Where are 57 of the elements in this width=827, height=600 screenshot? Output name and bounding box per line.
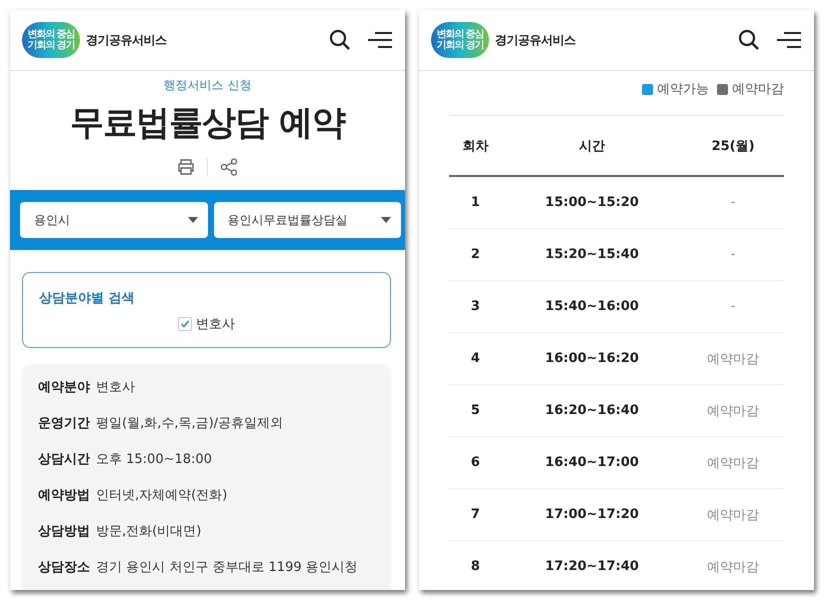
site-name[interactable]: 경기공유서비스	[495, 32, 576, 48]
table-cell: 16:00~16:20	[502, 332, 682, 384]
info-value: 평일(월,화,수,목,금)/공휴일제외	[96, 415, 284, 432]
menu-icon[interactable]	[367, 30, 393, 50]
table-cell: 예약마감	[682, 540, 784, 590]
table-cell: 7	[449, 488, 502, 540]
table-cell: -	[682, 176, 784, 228]
checkbox-option[interactable]: 변호사	[178, 315, 235, 333]
table-cell: 17:00~17:20	[502, 488, 682, 540]
table-cell: 17:20~17:40	[502, 540, 682, 590]
table-cell: 1	[449, 176, 502, 228]
check-icon	[180, 319, 190, 329]
info-value: 변호사	[96, 379, 135, 396]
info-value: 오후 15:00~18:00	[96, 451, 212, 468]
table-cell: 예약마감	[682, 384, 784, 436]
table-cell: 5	[449, 384, 502, 436]
info-label: 예약방법	[38, 487, 90, 504]
page-title: 무료법률상담 예약	[69, 102, 346, 145]
print-icon[interactable]	[177, 158, 195, 176]
table-cell: 15:20~15:40	[502, 228, 682, 280]
table-cell: 2	[449, 228, 502, 280]
region-dropdown[interactable]: 용인시	[20, 202, 208, 238]
table-cell: 4	[449, 332, 502, 384]
info-label: 상담장소	[38, 559, 90, 576]
table-cell: 예약마감	[682, 488, 784, 540]
region-dropdown[interactable]: 용인시무료법률상담실	[214, 202, 401, 238]
table-cell: -	[682, 228, 784, 280]
table-cell: 15:00~15:20	[502, 176, 682, 228]
search-icon[interactable]	[738, 29, 760, 51]
column-header: 회차	[449, 116, 502, 176]
table-cell: 3	[449, 280, 502, 332]
category-label: 행정서비스 신청	[162, 77, 252, 94]
info-label: 상담시간	[38, 451, 90, 468]
card-title: 상담분야별 검색	[39, 290, 136, 307]
table-cell: 예약마감	[682, 332, 784, 384]
table-cell: 16:20~16:40	[502, 384, 682, 436]
search-icon[interactable]	[329, 29, 351, 51]
table-cell: 8	[449, 540, 502, 590]
info-label: 예약분야	[38, 379, 90, 396]
info-value: 방문,전화(비대면)	[96, 523, 202, 540]
info-label: 운영기간	[38, 415, 90, 432]
info-value: 인터넷,자체예약(전화)	[96, 487, 228, 504]
info-label: 상담방법	[38, 523, 90, 540]
column-header: 25(월)	[682, 116, 784, 176]
info-value: 경기 용인시 처인구 중부대로 1199 용인시청	[96, 559, 358, 576]
table-cell: 15:40~16:00	[502, 280, 682, 332]
column-header: 시간	[502, 116, 682, 176]
legend-label: 예약마감	[732, 81, 784, 98]
menu-icon[interactable]	[776, 30, 802, 50]
table-cell: -	[682, 280, 784, 332]
legend-label: 예약가능	[657, 81, 709, 98]
site-name[interactable]: 경기공유서비스	[86, 32, 166, 48]
table-cell: 6	[449, 436, 502, 488]
table-cell: 16:40~17:00	[502, 436, 682, 488]
checkbox[interactable]	[178, 317, 192, 331]
table-cell: 예약마감	[682, 436, 784, 488]
share-icon[interactable]	[220, 158, 238, 176]
